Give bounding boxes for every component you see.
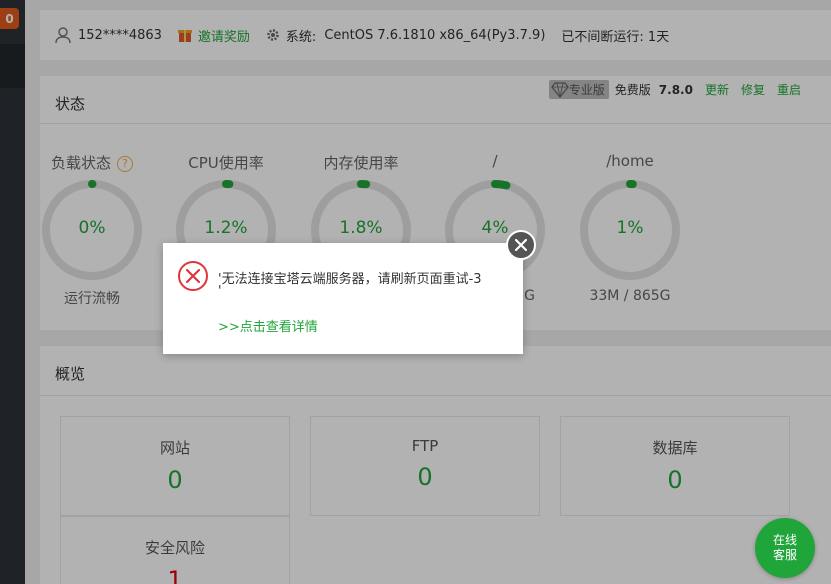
online-service-button[interactable]: 在线 客服 [755, 518, 815, 578]
view-details-link[interactable]: >>点击查看详情 [218, 316, 318, 335]
error-dialog: '无法连接宝塔云端服务器，请刷新页面重试-3 ' >>点击查看详情 [163, 243, 523, 354]
service-line2: 客服 [772, 548, 797, 562]
dialog-close-button[interactable] [506, 230, 536, 260]
error-icon [178, 261, 208, 291]
close-icon [515, 239, 527, 251]
service-line1: 在线 [772, 533, 797, 547]
error-message: '无法连接宝塔云端服务器，请刷新页面重试-3 [218, 272, 482, 287]
error-message-tail: ' [218, 284, 222, 299]
